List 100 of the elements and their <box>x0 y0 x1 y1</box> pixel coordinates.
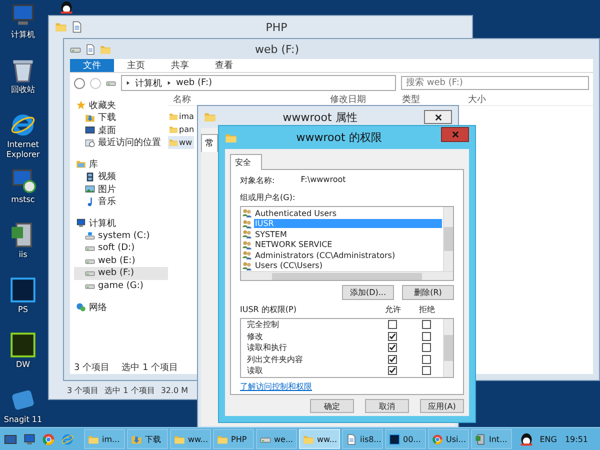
checkbox[interactable] <box>422 320 430 330</box>
file-row[interactable]: ww <box>168 136 194 149</box>
user-list-item[interactable]: Users (CC\Users) <box>242 260 442 271</box>
object-path: F:\wwwroot <box>300 175 346 186</box>
taskbar-button[interactable]: Int... <box>471 429 512 449</box>
desktop-icon-label[interactable]: mstsc <box>11 195 35 205</box>
ribbon-tab[interactable]: 文件 <box>70 59 114 72</box>
dialog-button[interactable]: 应用(A) <box>420 399 464 413</box>
checkbox[interactable] <box>388 332 396 341</box>
file-row[interactable]: ima <box>168 110 196 123</box>
address-bar[interactable]: 计算机 web (F:) <box>121 75 396 91</box>
dialog-title: wwwroot 的权限 <box>295 130 383 145</box>
scrollbar-thumb[interactable] <box>444 227 453 251</box>
nav-item[interactable]: 收藏夹 <box>74 99 168 112</box>
clock[interactable]: 19:51 <box>564 434 588 444</box>
breadcrumb-item[interactable]: web (F:) <box>176 78 212 88</box>
desktop-icon-label[interactable]: Internet Explorer <box>0 140 46 160</box>
nav-item[interactable]: 视频 <box>74 170 168 183</box>
desktop-icon-label[interactable]: iis <box>18 250 28 260</box>
desktop-icon-label[interactable]: PS <box>18 305 28 315</box>
dialog-button[interactable]: 取消 <box>365 399 409 413</box>
user-list-item[interactable]: NETWORK SERVICE <box>242 240 442 250</box>
nav-item[interactable]: 图片 <box>74 183 168 196</box>
taskbar-button[interactable]: iis8... <box>342 429 383 449</box>
photoshop-icon <box>10 277 36 303</box>
taskbar-button[interactable]: 下载 <box>127 429 168 449</box>
column-header[interactable]: 修改日期 <box>325 92 397 106</box>
checkbox[interactable] <box>388 366 396 376</box>
nav-item[interactable]: 网络 <box>74 301 168 314</box>
desktop-icon-label[interactable]: DW <box>16 360 30 370</box>
nav-item[interactable]: 库 <box>74 158 168 170</box>
document-icon <box>85 44 96 54</box>
language-indicator[interactable]: ENG <box>540 434 557 444</box>
list-action-button[interactable]: 添加(D)... <box>342 285 394 300</box>
list-action-button[interactable]: 删除(R) <box>402 285 454 300</box>
taskbar-button[interactable]: ww... <box>170 429 211 449</box>
dialog-tab[interactable]: 安全 <box>230 154 262 170</box>
file-row[interactable]: pan <box>168 123 196 136</box>
status-text: 3 个项目 <box>67 385 99 396</box>
nav-item[interactable]: 下载 <box>74 112 168 124</box>
checkbox[interactable] <box>422 366 430 376</box>
nav-item[interactable]: game (G:) <box>74 280 168 292</box>
dreamweaver-icon <box>10 332 36 358</box>
desktop-icon-label[interactable]: Snagit 11 <box>4 415 42 425</box>
user-list-item[interactable]: SYSTEM <box>242 229 442 240</box>
folder-icon <box>217 434 228 444</box>
horizontal-scrollbar[interactable] <box>241 271 453 280</box>
taskbar-button[interactable]: Usi... <box>428 429 469 449</box>
status-text: 选中 1 个项目 <box>122 362 178 374</box>
user-list-item[interactable]: Administrators (CC\Administrators) <box>242 250 442 260</box>
checkbox[interactable] <box>388 320 396 330</box>
column-header[interactable]: 大小 <box>463 92 533 106</box>
search-field[interactable]: 搜索 web (F:) <box>401 76 589 90</box>
nav-item[interactable]: soft (D:) <box>74 242 168 254</box>
column-header: 允许 <box>384 304 402 315</box>
nav-item[interactable]: 最近访问的位置 <box>74 136 168 149</box>
ribbon-tab[interactable]: 共享 <box>158 59 202 72</box>
taskbar-button[interactable]: 00... <box>385 429 426 449</box>
nav-item[interactable]: 音乐 <box>74 196 168 208</box>
nav-item[interactable]: system (C:) <box>74 230 168 242</box>
nav-item[interactable]: 计算机 <box>74 217 168 230</box>
internet-explorer-icon <box>10 112 36 138</box>
desktop-icon <box>4 432 17 446</box>
column-header[interactable]: 名称 <box>168 92 325 106</box>
ribbon-tab[interactable]: 主页 <box>114 59 158 72</box>
dialog-button[interactable]: 确定 <box>310 399 354 413</box>
scrollbar-thumb[interactable] <box>444 334 453 361</box>
checkbox[interactable] <box>388 343 396 352</box>
computer-icon <box>10 2 36 28</box>
checkbox[interactable] <box>388 354 396 364</box>
desktop-icon-label[interactable]: 回收站 <box>11 85 35 95</box>
checkbox[interactable] <box>422 354 430 364</box>
ribbon-tab[interactable]: 查看 <box>202 59 246 72</box>
back-button[interactable] <box>74 78 85 88</box>
scrollbar-thumb[interactable] <box>272 272 422 280</box>
column-header[interactable]: 类型 <box>397 92 463 106</box>
taskbar-button[interactable]: we... <box>256 429 297 449</box>
nav-item[interactable]: web (F:) <box>74 267 168 280</box>
close-button[interactable] <box>424 110 452 124</box>
vertical-scrollbar[interactable] <box>443 319 453 376</box>
help-link[interactable]: 了解访问控制和权限 <box>240 380 312 392</box>
film-icon <box>85 172 95 182</box>
taskbar-button[interactable]: im... <box>84 429 125 449</box>
nav-item[interactable]: 桌面 <box>74 124 168 136</box>
vertical-scrollbar[interactable] <box>443 207 453 271</box>
server-icon <box>475 434 486 444</box>
folder-icon <box>303 434 314 444</box>
permission-name: 列出文件夹内容 <box>247 354 304 365</box>
checkbox[interactable] <box>422 343 430 352</box>
breadcrumb-item[interactable]: 计算机 <box>135 76 162 90</box>
checkbox[interactable] <box>422 332 430 341</box>
taskbar-button[interactable]: PHP <box>213 429 254 449</box>
nav-item[interactable]: web (E:) <box>74 254 168 267</box>
user-list-item[interactable]: Authenticated Users <box>242 208 442 218</box>
photoshop-icon <box>389 434 400 444</box>
dialog-tab[interactable]: 常 <box>201 134 218 152</box>
chevron-icon <box>125 80 131 86</box>
taskbar-button[interactable]: ww... <box>299 429 340 449</box>
desktop-icon-label[interactable]: 计算机 <box>11 30 35 40</box>
permission-name: 读取 <box>247 365 264 376</box>
